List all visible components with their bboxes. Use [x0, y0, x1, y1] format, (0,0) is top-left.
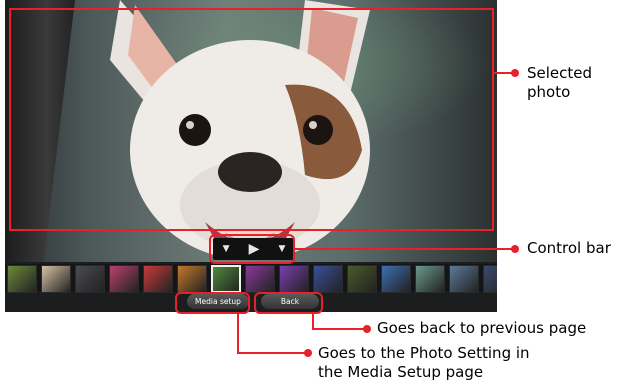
callout-dot-setup: [304, 349, 312, 357]
media-setup-label-line1: Goes to the Photo Setting in: [318, 344, 530, 362]
callout-line-setup-v: [237, 314, 239, 354]
selected-photo-label: Selected photo: [527, 64, 592, 102]
control-bar-highlight: [209, 234, 295, 264]
photo-thumbnail[interactable]: [347, 265, 377, 293]
callout-line-back-h: [312, 328, 366, 330]
selected-photo-label-line1: Selected: [527, 64, 593, 82]
photo-thumbnail[interactable]: [75, 265, 105, 293]
photo-thumbnail[interactable]: [415, 265, 445, 293]
media-setup-label-line2: the Media Setup page: [318, 363, 484, 381]
selected-photo-highlight: [9, 8, 494, 231]
callout-dot-back: [363, 325, 371, 333]
photo-thumbnail[interactable]: [109, 265, 139, 293]
photo-thumbnail[interactable]: [449, 265, 479, 293]
photo-thumbnail[interactable]: [41, 265, 71, 293]
media-setup-highlight: [175, 292, 250, 314]
button-row: Media setup Back: [5, 292, 497, 312]
photo-thumbnail[interactable]: [7, 265, 37, 293]
photo-thumbnail[interactable]: [313, 265, 343, 293]
thumbnail-strip: [5, 264, 497, 293]
callout-dot-photo: [511, 69, 519, 77]
back-highlight: [254, 292, 323, 314]
callout-dot-control: [511, 245, 519, 253]
photo-thumbnail[interactable]: [177, 265, 207, 293]
photo-thumbnail[interactable]: [279, 265, 309, 293]
selected-photo-label-line2: photo: [527, 83, 571, 101]
control-bar-label: Control bar: [527, 239, 611, 257]
photo-thumbnail[interactable]: [211, 265, 241, 293]
photo-thumbnail[interactable]: [143, 265, 173, 293]
photo-thumbnail[interactable]: [381, 265, 411, 293]
photo-thumbnail[interactable]: [245, 265, 275, 293]
back-label: Goes back to previous page: [377, 319, 587, 337]
photo-thumbnail[interactable]: [483, 265, 497, 293]
callout-line-setup-h: [237, 352, 307, 354]
callout-line-control: [295, 248, 514, 250]
media-setup-label: Goes to the Photo Setting in the Media S…: [318, 344, 530, 382]
